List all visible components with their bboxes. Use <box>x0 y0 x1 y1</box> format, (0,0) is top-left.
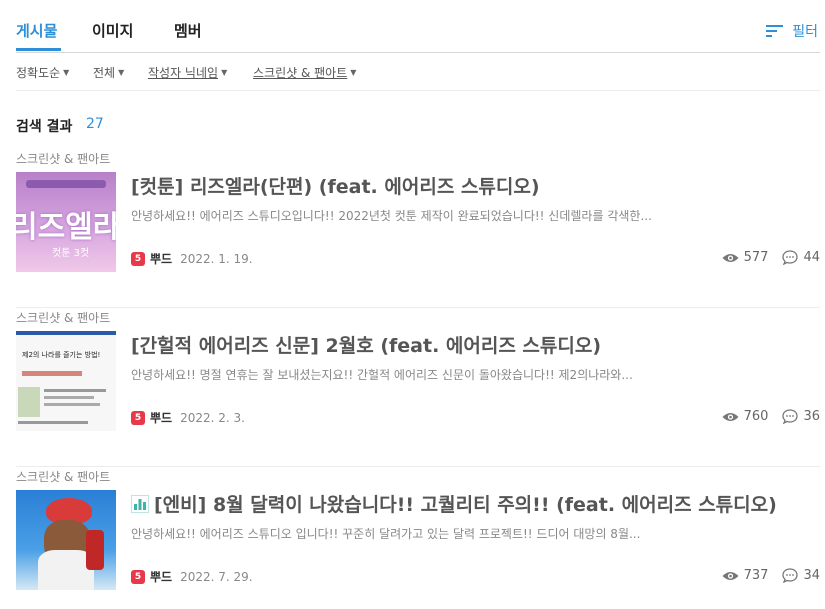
post-title-link[interactable]: [엔비] 8월 달력이 나왔습니다!! 고퀄리티 주의!! (feat. 에어리… <box>131 490 777 517</box>
post-meta: 5 뿌드 2022. 2. 3. <box>131 409 245 426</box>
view-count: 760 <box>743 409 769 424</box>
level-badge: 5 <box>131 569 145 584</box>
comment-count: 44 <box>803 250 820 265</box>
sort-period-dropdown[interactable]: 전체 ▼ <box>93 64 124 81</box>
list-item: 스크린샷 & 팬아트 [엔비] 8월 달력이 나왔습니다!! 고퀄리티 주의!!… <box>16 468 820 609</box>
caret-down-icon: ▼ <box>350 68 357 77</box>
sort-author-dropdown[interactable]: 작성자 닉네임 ▼ <box>148 64 227 81</box>
filter-button[interactable]: 필터 <box>766 21 818 41</box>
caret-down-icon: ▼ <box>63 68 70 77</box>
eye-icon <box>722 570 739 582</box>
list-item: 스크린샷 & 팬아트 제2의 나라를 즐기는 방법! [간헐적 에어리즈 신문]… <box>16 309 820 467</box>
level-badge: 5 <box>131 410 145 425</box>
tab-bar: 게시물 이미지 멤버 필터 <box>16 0 820 53</box>
eye-icon <box>722 252 739 264</box>
bar-chart-icon <box>131 494 149 513</box>
caret-down-icon: ▼ <box>118 68 125 77</box>
post-category: 스크린샷 & 팬아트 <box>16 311 111 325</box>
post-stats: 737 34 <box>722 568 820 583</box>
post-title-link[interactable]: [컷툰] 리즈엘라(단편) (feat. 에어리즈 스튜디오) <box>131 172 540 199</box>
filter-lines-icon <box>766 25 784 37</box>
post-category: 스크린샷 & 팬아트 <box>16 152 111 166</box>
comment-count: 36 <box>803 409 820 424</box>
sort-accuracy-dropdown[interactable]: 정확도순 ▼ <box>16 64 69 81</box>
comment-bubble-icon <box>782 568 799 583</box>
post-date: 2022. 1. 19. <box>180 251 253 266</box>
post-meta: 5 뿌드 2022. 7. 29. <box>131 568 253 585</box>
level-badge: 5 <box>131 251 145 266</box>
author-name[interactable]: 뿌드 <box>150 568 172 585</box>
post-thumbnail[interactable]: 제2의 나라를 즐기는 방법! <box>16 331 116 431</box>
post-thumbnail[interactable]: 리즈엘라 컷툰 3컷 <box>16 172 116 272</box>
post-excerpt: 안녕하세요!! 명절 연휴는 잘 보내셨는지요!! 간헐적 에어리즈 신문이 돌… <box>131 368 633 382</box>
author-name[interactable]: 뿌드 <box>150 250 172 267</box>
post-date: 2022. 7. 29. <box>180 569 253 584</box>
search-results-count: 27 <box>86 116 104 132</box>
sort-board-dropdown[interactable]: 스크린샷 & 팬아트 ▼ <box>253 64 356 81</box>
view-count: 737 <box>743 568 769 583</box>
tab-images[interactable]: 이미지 <box>92 20 133 41</box>
filter-label: 필터 <box>792 24 818 40</box>
post-excerpt: 안녕하세요!! 에어리즈 스튜디오 입니다!! 꾸준히 달려가고 있는 달력 프… <box>131 527 641 541</box>
post-stats: 577 44 <box>722 250 820 265</box>
post-excerpt: 안녕하세요!! 에어리즈 스튜디오입니다!! 2022년첫 컷툰 제작이 완료되… <box>131 209 652 223</box>
comment-count: 34 <box>803 568 820 583</box>
tab-members[interactable]: 멤버 <box>174 20 202 41</box>
list-item: 스크린샷 & 팬아트 리즈엘라 컷툰 3컷 [컷툰] 리즈엘라(단편) (fea… <box>16 150 820 308</box>
view-count: 577 <box>743 250 769 265</box>
search-results-heading: 검색 결과 <box>16 119 73 135</box>
sort-bar: 정확도순 ▼ 전체 ▼ 작성자 닉네임 ▼ 스크린샷 & 팬아트 ▼ <box>16 53 820 91</box>
tab-posts[interactable]: 게시물 <box>16 20 57 41</box>
post-date: 2022. 2. 3. <box>180 410 245 425</box>
post-thumbnail[interactable] <box>16 490 116 590</box>
eye-icon <box>722 411 739 423</box>
post-category: 스크린샷 & 팬아트 <box>16 470 111 484</box>
post-stats: 760 36 <box>722 409 820 424</box>
caret-down-icon: ▼ <box>221 68 228 77</box>
author-name[interactable]: 뿌드 <box>150 409 172 426</box>
active-tab-indicator <box>16 48 61 51</box>
comment-bubble-icon <box>782 409 799 424</box>
post-title-link[interactable]: [간헐적 에어리즈 신문] 2월호 (feat. 에어리즈 스튜디오) <box>131 331 601 358</box>
post-meta: 5 뿌드 2022. 1. 19. <box>131 250 253 267</box>
comment-bubble-icon <box>782 250 799 265</box>
